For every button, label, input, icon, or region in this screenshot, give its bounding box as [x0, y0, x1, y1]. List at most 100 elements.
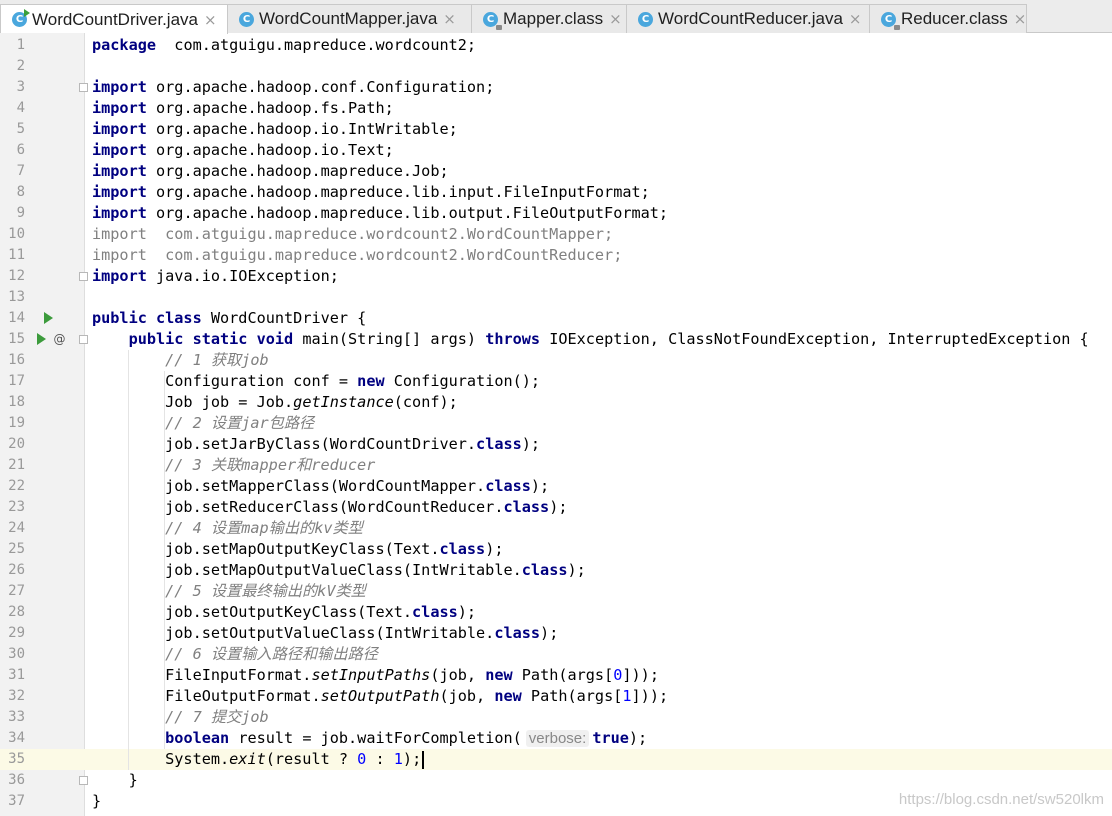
- code-text: public static void main(String[] args) t…: [92, 329, 1089, 350]
- code-line[interactable]: 29 job.setOutputValueClass(IntWritable.c…: [0, 623, 1112, 644]
- tab-label: WordCountReducer.java: [658, 9, 843, 28]
- code-token: FileOutputFormat.: [92, 687, 321, 705]
- line-number: 35: [8, 751, 25, 767]
- code-line[interactable]: 26 job.setMapOutputValueClass(IntWritabl…: [0, 560, 1112, 581]
- tab-wordcountmapper-java[interactable]: C WordCountMapper.java ×: [227, 4, 472, 33]
- code-text: }: [92, 770, 138, 791]
- code-token: throws: [485, 330, 541, 348]
- line-number: 32: [8, 688, 25, 704]
- code-line[interactable]: 6 import org.apache.hadoop.io.Text;: [0, 140, 1112, 161]
- code-token: org.apache.hadoop.mapreduce.lib.input.Fi…: [146, 183, 650, 201]
- code-line[interactable]: 31 FileInputFormat.setInputPaths(job, ne…: [0, 665, 1112, 686]
- close-icon[interactable]: ×: [1014, 10, 1027, 28]
- code-token: job.setJarByClass(WordCountDriver.: [92, 435, 477, 453]
- run-icon[interactable]: [37, 333, 46, 345]
- code-token: job.setOutputValueClass(IntWritable.: [92, 624, 495, 642]
- line-number: 6: [16, 142, 25, 158]
- code-token: IOException, ClassNotFoundException, Int…: [540, 330, 1089, 348]
- code-line[interactable]: 7 import org.apache.hadoop.mapreduce.Job;: [0, 161, 1112, 182]
- code-line[interactable]: 18 Job job = Job.getInstance(conf);: [0, 392, 1112, 413]
- code-token: org.apache.hadoop.mapreduce.lib.output.F…: [146, 204, 669, 222]
- code-line[interactable]: 1 package com.atguigu.mapreduce.wordcount…: [0, 35, 1112, 56]
- line-number: 20: [8, 436, 25, 452]
- code-token: new: [485, 666, 513, 684]
- code-line[interactable]: 25 job.setMapOutputKeyClass(Text.class);: [0, 539, 1112, 560]
- code-text: boolean result = job.waitForCompletion(v…: [92, 728, 647, 749]
- code-line[interactable]: 35 System.exit(result ? 0 : 1);: [0, 749, 1112, 770]
- code-editor[interactable]: 1 package com.atguigu.mapreduce.wordcount…: [0, 33, 1112, 816]
- line-number: 29: [8, 625, 25, 641]
- code-token: (conf);: [393, 393, 458, 411]
- indent-guide: [128, 350, 129, 770]
- code-text: // 2 设置jar包路径: [92, 413, 314, 434]
- code-line[interactable]: 28 job.setOutputKeyClass(Text.class);: [0, 602, 1112, 623]
- code-line[interactable]: 34 boolean result = job.waitForCompletio…: [0, 728, 1112, 749]
- code-line[interactable]: 2: [0, 56, 1112, 77]
- line-number: 18: [8, 394, 25, 410]
- code-line[interactable]: 30 // 6 设置输入路径和输出路径: [0, 644, 1112, 665]
- fold-marker-icon[interactable]: [79, 83, 88, 92]
- code-line[interactable]: 19 // 2 设置jar包路径: [0, 413, 1112, 434]
- code-line[interactable]: 3 import org.apache.hadoop.conf.Configura…: [0, 77, 1112, 98]
- close-icon[interactable]: ×: [609, 10, 622, 28]
- text-caret: [422, 750, 425, 769]
- code-line[interactable]: 4 import org.apache.hadoop.fs.Path;: [0, 98, 1112, 119]
- code-line[interactable]: 36 }: [0, 770, 1112, 791]
- fold-marker-icon[interactable]: [79, 335, 88, 344]
- line-number: 28: [8, 604, 25, 620]
- code-token: // 5 设置最终输出的kV类型: [165, 582, 366, 600]
- code-text: job.setJarByClass(WordCountDriver.class)…: [92, 434, 540, 455]
- class-icon: C: [638, 11, 653, 27]
- tab-wordcountdriver-java[interactable]: C WordCountDriver.java ×: [0, 4, 228, 34]
- fold-marker-icon[interactable]: [79, 776, 88, 785]
- code-line[interactable]: 33 // 7 提交job: [0, 707, 1112, 728]
- line-number: 11: [8, 247, 25, 263]
- code-line[interactable]: 10 import com.atguigu.mapreduce.wordcount…: [0, 224, 1112, 245]
- code-line[interactable]: 16 // 1 获取job: [0, 350, 1112, 371]
- close-icon[interactable]: ×: [204, 11, 217, 29]
- code-token: class: [494, 624, 541, 642]
- code-token: 1: [622, 687, 632, 705]
- line-number: 12: [8, 268, 25, 284]
- code-text: import com.atguigu.mapreduce.wordcount2.…: [92, 224, 613, 245]
- fold-marker-icon[interactable]: [79, 272, 88, 281]
- code-text: job.setMapOutputKeyClass(Text.class);: [92, 539, 503, 560]
- code-line[interactable]: 14 public class WordCountDriver {: [0, 308, 1112, 329]
- code-token: );: [628, 729, 648, 747]
- tab-wordcountreducer-java[interactable]: C WordCountReducer.java ×: [626, 4, 870, 33]
- code-token: FileInputFormat.: [92, 666, 312, 684]
- run-icon[interactable]: [44, 312, 53, 324]
- code-line[interactable]: 20 job.setJarByClass(WordCountDriver.cla…: [0, 434, 1112, 455]
- code-line[interactable]: 27 // 5 设置最终输出的kV类型: [0, 581, 1112, 602]
- code-text: import org.apache.hadoop.mapreduce.lib.o…: [92, 203, 668, 224]
- close-icon[interactable]: ×: [443, 10, 456, 28]
- code-line[interactable]: 11 import com.atguigu.mapreduce.wordcount…: [0, 245, 1112, 266]
- code-token: // 7 提交job: [165, 708, 269, 726]
- code-line[interactable]: 15 public static void main(String[] args…: [0, 329, 1112, 350]
- tab-reducer-class[interactable]: C Reducer.class ×: [869, 4, 1027, 33]
- code-line[interactable]: 12 import java.io.IOException;: [0, 266, 1112, 287]
- line-number: 7: [16, 163, 25, 179]
- code-line[interactable]: 21 // 3 关联mapper和reducer: [0, 455, 1112, 476]
- code-line[interactable]: 22 job.setMapperClass(WordCountMapper.cl…: [0, 476, 1112, 497]
- code-line[interactable]: 5 import org.apache.hadoop.io.IntWritable…: [0, 119, 1112, 140]
- code-line[interactable]: 8 import org.apache.hadoop.mapreduce.lib.…: [0, 182, 1112, 203]
- code-line[interactable]: 13: [0, 287, 1112, 308]
- code-line[interactable]: 17 Configuration conf = new Configuratio…: [0, 371, 1112, 392]
- code-token: package: [92, 36, 157, 54]
- close-icon[interactable]: ×: [849, 10, 862, 28]
- code-line[interactable]: 24 // 4 设置map输出的kv类型: [0, 518, 1112, 539]
- code-text: import com.atguigu.mapreduce.wordcount2.…: [92, 245, 622, 266]
- code-token: com.atguigu.mapreduce.wordcount2;: [156, 36, 477, 54]
- code-token: new: [357, 372, 385, 390]
- tab-mapper-class[interactable]: C Mapper.class ×: [471, 4, 627, 33]
- code-line[interactable]: 32 FileOutputFormat.setOutputPath(job, n…: [0, 686, 1112, 707]
- code-token: import com.atguigu.mapreduce.wordcount2.…: [92, 225, 614, 243]
- code-line[interactable]: 23 job.setReducerClass(WordCountReducer.…: [0, 497, 1112, 518]
- code-text: FileInputFormat.setInputPaths(job, new P…: [92, 665, 659, 686]
- line-number: 37: [8, 793, 25, 809]
- code-token: Path(args[: [521, 687, 623, 705]
- code-text: import java.io.IOException;: [92, 266, 339, 287]
- code-line[interactable]: 9 import org.apache.hadoop.mapreduce.lib.…: [0, 203, 1112, 224]
